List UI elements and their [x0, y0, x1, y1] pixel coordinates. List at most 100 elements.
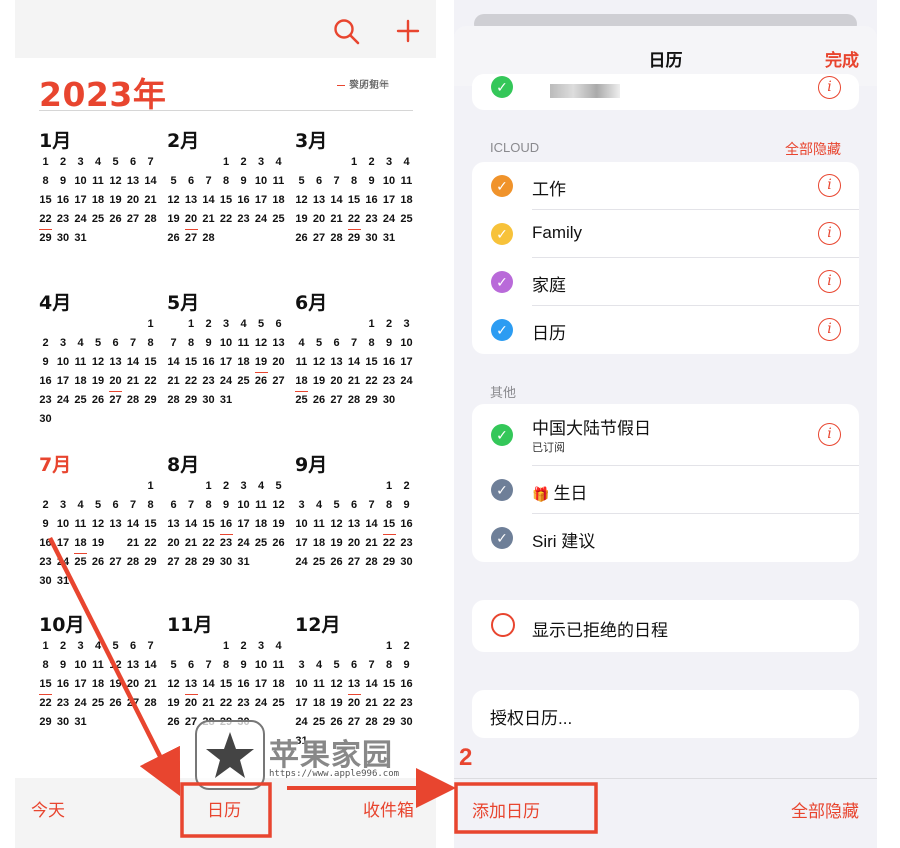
day-cell: 4: [315, 499, 323, 511]
day-cell: 9: [205, 337, 212, 349]
day-cell: 5: [275, 480, 282, 492]
day-cell: 10: [295, 678, 308, 690]
checkmark-icon[interactable]: ✓: [491, 479, 513, 501]
day-cell: 30: [400, 556, 413, 568]
day-cell: 19: [253, 353, 270, 373]
calendar-row[interactable]: ✓ Siri 建议: [472, 514, 859, 562]
day-cell: 1: [222, 156, 230, 168]
info-icon[interactable]: i: [818, 270, 841, 293]
day-cell: 17: [237, 518, 250, 530]
calendars-sheet-screen: 日历 完成 ✓ i ICLOUD 全部隐藏 ✓ 工作 i ✓ Family i ✓ 家庭 i ✓ 日…: [454, 0, 877, 848]
tab-calendars[interactable]: 日历: [207, 796, 241, 821]
day-cell: 19: [109, 194, 122, 206]
day-cell: 26: [167, 716, 180, 728]
calendar-name: 工作: [532, 180, 566, 199]
day-cell: 12: [295, 194, 308, 206]
checkmark-icon[interactable]: ✓: [491, 175, 513, 197]
day-cell: 23: [56, 213, 70, 225]
hide-all-button[interactable]: 全部隐藏: [791, 797, 859, 822]
checkmark-icon[interactable]: ✓: [491, 424, 513, 446]
info-icon[interactable]: i: [818, 222, 841, 245]
day-cell: 12: [109, 175, 122, 187]
search-icon[interactable]: [333, 18, 361, 46]
day-cell: 9: [240, 659, 247, 671]
day-cell: 10: [219, 337, 233, 349]
add-calendar-button[interactable]: 添加日历: [472, 797, 540, 822]
day-cell: 10: [74, 659, 87, 671]
calendar-row[interactable]: ✓ 日历 i: [472, 306, 859, 354]
day-cell: 20: [347, 537, 361, 549]
checkmark-icon[interactable]: ✓: [491, 319, 513, 341]
info-icon[interactable]: i: [818, 174, 841, 197]
month-name: 6月: [295, 292, 328, 314]
day-cell: 9: [59, 175, 67, 187]
plus-icon[interactable]: [393, 16, 423, 46]
section-label-other: 其他: [490, 385, 517, 400]
day-cell: 7: [350, 337, 358, 349]
watermark-url: https://www.apple996.com: [269, 769, 400, 779]
day-cell: 19: [91, 537, 105, 549]
day-cell: 24: [400, 375, 413, 387]
info-icon[interactable]: i: [818, 318, 841, 341]
tab-inbox[interactable]: 收件箱: [363, 796, 414, 821]
checkmark-icon[interactable]: ✓: [491, 271, 513, 293]
day-cell: 27: [126, 213, 140, 225]
show-declined-row[interactable]: 显示已拒绝的日程: [472, 600, 859, 652]
calendar-row[interactable]: ✓ 工作 i: [472, 162, 859, 210]
day-cell: 14: [365, 678, 378, 690]
day-cell: 18: [72, 534, 89, 554]
day-cell: 3: [77, 156, 84, 168]
checkmark-icon[interactable]: ✓: [491, 527, 513, 549]
day-cell: 8: [350, 175, 358, 187]
calendar-name: 中国大陆节假日: [532, 419, 651, 438]
day-cell: 13: [109, 518, 122, 530]
day-cell: 8: [42, 659, 49, 671]
day-cell: 28: [365, 556, 378, 568]
day-cell: 6: [129, 156, 137, 168]
day-cell: 20: [126, 194, 140, 206]
authorize-calendars-row[interactable]: 授权日历...: [472, 690, 859, 738]
day-cell: 1: [350, 156, 358, 168]
day-cell: 8: [222, 175, 230, 187]
day-cell: 8: [385, 659, 393, 671]
info-icon[interactable]: i: [818, 423, 841, 446]
info-icon[interactable]: i: [818, 76, 841, 99]
calendar-row[interactable]: ✓ 🎁 生日: [472, 466, 859, 514]
done-button[interactable]: 完成: [825, 46, 859, 71]
day-cell: 18: [400, 194, 413, 206]
unchecked-circle-icon[interactable]: [491, 613, 515, 637]
calendar-row[interactable]: ✓ Family i: [472, 210, 859, 258]
top-bar: [15, 0, 436, 58]
subscribed-label: 已订阅: [532, 442, 565, 454]
day-cell: 1: [187, 318, 195, 330]
calendar-row[interactable]: ✓ 家庭 i: [472, 258, 859, 306]
day-cell: 25: [91, 697, 105, 709]
day-cell: 12: [254, 337, 268, 349]
day-cell: 21: [126, 537, 140, 549]
tab-today[interactable]: 今天: [31, 796, 65, 821]
day-cell: 11: [74, 518, 87, 530]
day-cell: 18: [74, 375, 87, 387]
day-cell: 12: [330, 518, 343, 530]
calendar-label: Family: [532, 223, 582, 243]
month-name: 9月: [295, 454, 328, 476]
day-cell: 7: [147, 640, 154, 652]
day-cell: 11: [313, 678, 325, 690]
calendar-label: 🎁 生日: [532, 479, 587, 504]
day-cell: 1: [147, 318, 154, 330]
calendar-row[interactable]: ✓ 中国大陆节假日已订阅 i: [472, 404, 859, 466]
day-cell: 20: [107, 372, 124, 392]
day-cell: 20: [312, 213, 326, 225]
icloud-hide-all-button[interactable]: 全部隐藏: [785, 139, 841, 159]
day-cell: 30: [365, 232, 378, 244]
day-cell: 4: [403, 156, 410, 168]
day-cell: 31: [74, 716, 87, 728]
checkmark-icon[interactable]: ✓: [491, 76, 513, 98]
checkmark-icon[interactable]: ✓: [491, 223, 513, 245]
day-cell: 23: [219, 537, 233, 549]
day-cell: 2: [403, 640, 410, 652]
day-cell: 2: [385, 318, 393, 330]
day-cell: 5: [315, 337, 323, 349]
day-cell: 17: [56, 375, 70, 387]
day-cell: 6: [129, 640, 137, 652]
